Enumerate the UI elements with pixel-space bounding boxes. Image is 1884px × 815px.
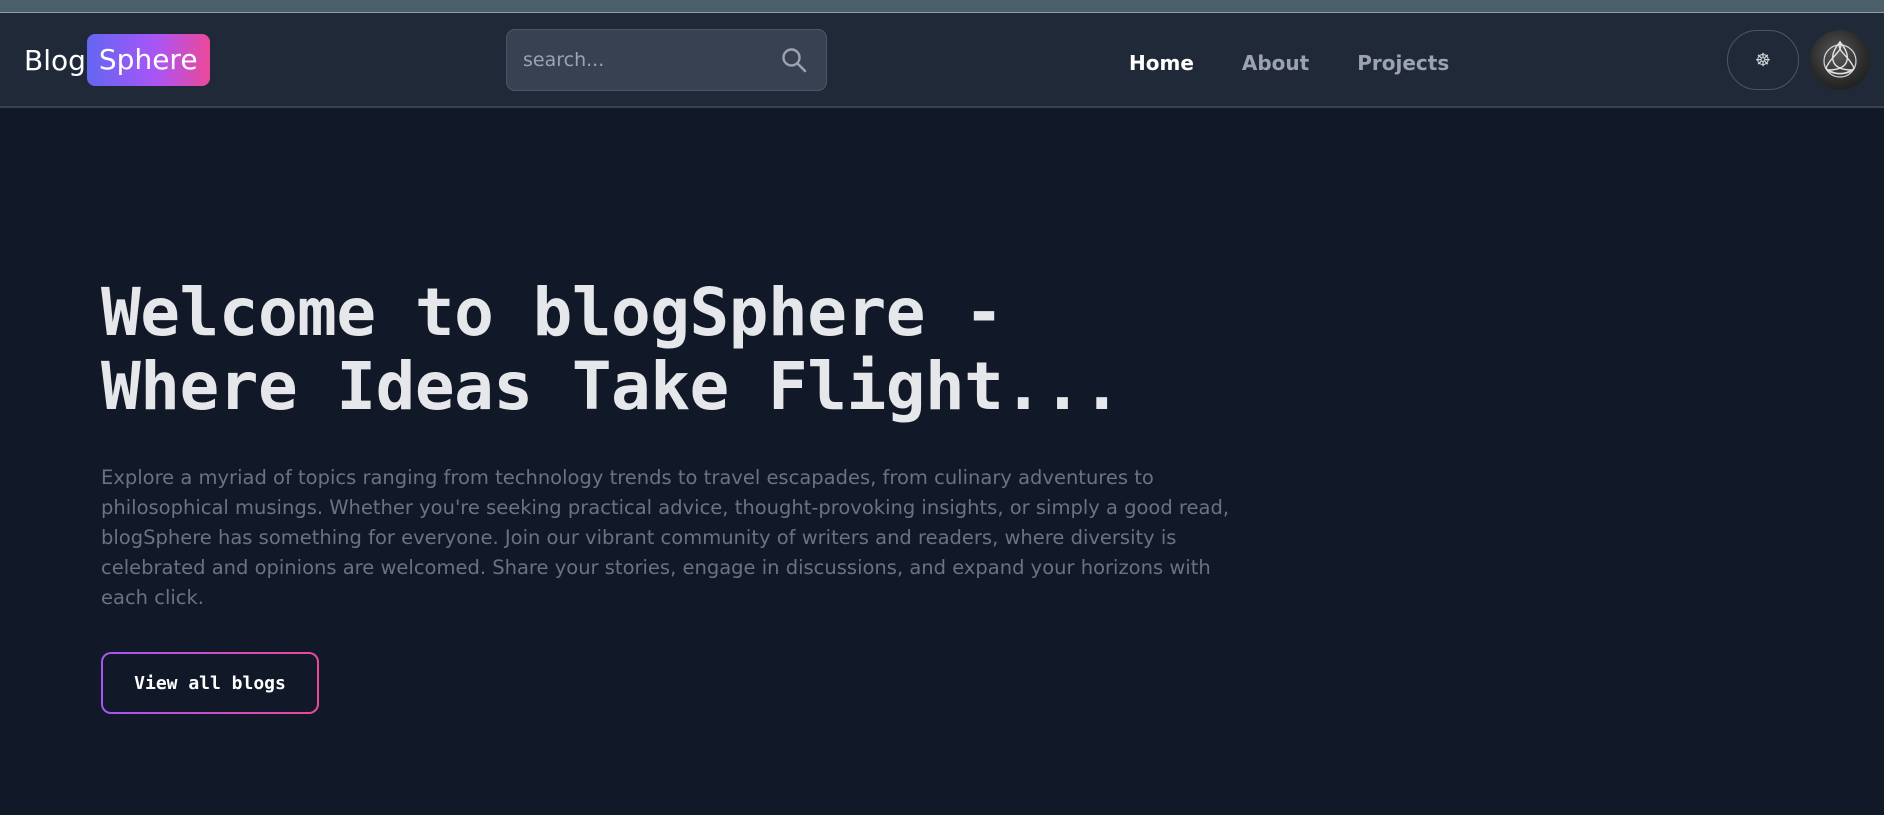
nav-link-about[interactable]: About (1242, 51, 1309, 75)
theme-toggle-button[interactable]: ☸ (1727, 30, 1799, 90)
logo-text-sphere: Sphere (86, 34, 210, 86)
hero-title: Welcome to blogSphere - Where Ideas Take… (101, 276, 1201, 424)
nav-link-projects[interactable]: Projects (1357, 51, 1449, 75)
browser-top-strip (0, 0, 1884, 13)
navbar: Blog Sphere Home About Projects ☸ (0, 13, 1884, 108)
site-logo[interactable]: Blog Sphere (24, 34, 210, 86)
triquetra-icon (1823, 40, 1857, 78)
logo-text-blog: Blog (24, 43, 86, 77)
view-all-blogs-button[interactable]: View all blogs (103, 654, 317, 712)
main-nav: Home About Projects (1129, 51, 1449, 75)
search-box (506, 29, 827, 91)
theme-toggle-icon: ☸ (1754, 49, 1772, 71)
view-all-blogs-button-border: View all blogs (101, 652, 319, 714)
hero-title-line2: Where Ideas Take Flight... (101, 348, 1122, 425)
search-input[interactable] (507, 30, 767, 90)
search-icon[interactable] (780, 46, 808, 74)
hero-description: Explore a myriad of topics ranging from … (101, 466, 1230, 609)
user-avatar[interactable] (1810, 30, 1870, 90)
nav-link-home[interactable]: Home (1129, 51, 1194, 75)
hero-section: Welcome to blogSphere - Where Ideas Take… (101, 276, 1251, 714)
hero-title-line1: Welcome to blogSphere - (101, 274, 1004, 351)
